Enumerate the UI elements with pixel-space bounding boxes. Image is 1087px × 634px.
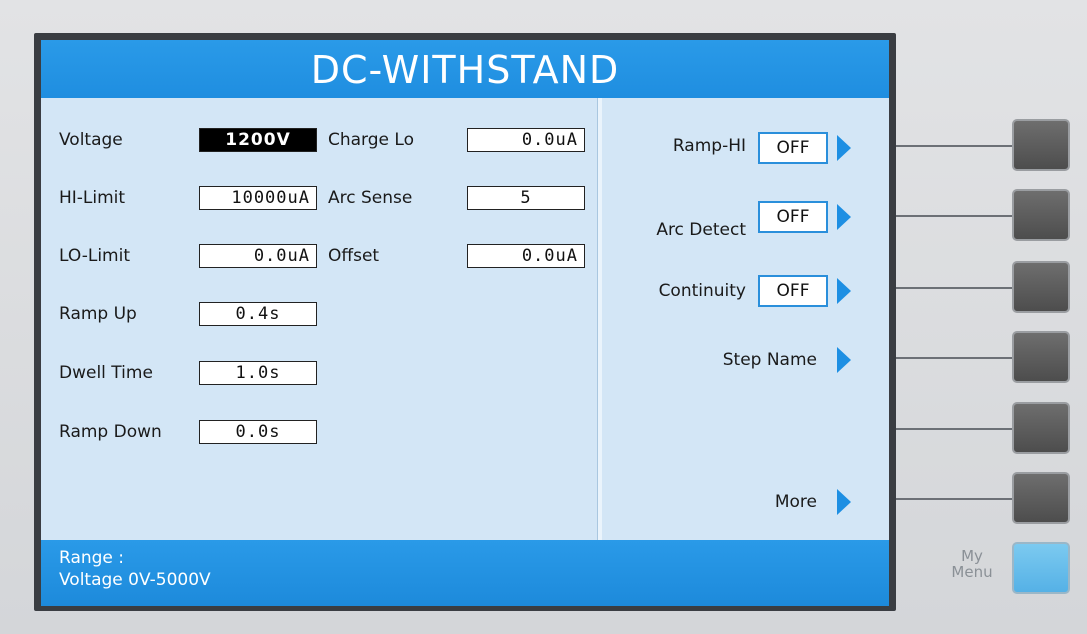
param-label-ramp-down: Ramp Down: [59, 422, 162, 442]
arc-detect-toggle[interactable]: OFF: [758, 201, 828, 233]
ramp-down-field[interactable]: 0.0s: [199, 420, 317, 444]
softkey-button-2[interactable]: [1012, 189, 1070, 241]
lo-limit-field[interactable]: 0.0uA: [199, 244, 317, 268]
dwell-time-field[interactable]: 1.0s: [199, 361, 317, 385]
arc-detect-label: Arc Detect: [656, 220, 746, 240]
arc-detect-arrow-icon: [837, 204, 851, 230]
softkey-button-4[interactable]: [1012, 331, 1070, 383]
continuity-arrow-icon: [837, 278, 851, 304]
param-label-offset: Offset: [328, 246, 380, 266]
my-menu-label-line2: Menu: [951, 563, 993, 581]
ramp-hi-label: Ramp-HI: [672, 136, 746, 156]
my-menu-label-line1: My: [961, 547, 983, 565]
softkey-button-1[interactable]: [1012, 119, 1070, 171]
param-label-charge-lo: Charge Lo: [328, 130, 414, 150]
status-bar: Range : Voltage 0V-5000V: [41, 540, 889, 606]
param-label-dwell-time: Dwell Time: [59, 363, 153, 383]
softkey-button-6[interactable]: [1012, 472, 1070, 524]
charge-lo-field[interactable]: 0.0uA: [467, 128, 585, 152]
softkey-leader-1: [896, 145, 1012, 147]
status-range-value: Voltage 0V-5000V: [59, 570, 211, 590]
more-arrow-icon: [837, 489, 851, 515]
continuity-label: Continuity: [658, 281, 746, 301]
arc-sense-field[interactable]: 5: [467, 186, 585, 210]
ramp-hi-arrow-icon: [837, 135, 851, 161]
hi-limit-field[interactable]: 10000uA: [199, 186, 317, 210]
param-label-arc-sense: Arc Sense: [328, 188, 413, 208]
step-name-arrow-icon: [837, 347, 851, 373]
ramp-hi-toggle[interactable]: OFF: [758, 132, 828, 164]
softkey-button-3[interactable]: [1012, 261, 1070, 313]
my-menu-button[interactable]: [1012, 542, 1070, 594]
continuity-toggle[interactable]: OFF: [758, 275, 828, 307]
param-label-lo-limit: LO-Limit: [59, 246, 130, 266]
panel-divider: [597, 98, 602, 540]
my-menu-label: My Menu: [942, 548, 1002, 580]
offset-field[interactable]: 0.0uA: [467, 244, 585, 268]
softkey-leader-3: [896, 287, 1012, 289]
param-label-hi-limit: HI-Limit: [59, 188, 126, 208]
softkey-leader-6: [896, 498, 1012, 500]
param-label-voltage: Voltage: [59, 130, 123, 150]
more-label[interactable]: More: [775, 492, 817, 512]
param-label-ramp-up: Ramp Up: [59, 304, 137, 324]
softkey-leader-2: [896, 215, 1012, 217]
voltage-field[interactable]: 1200V: [199, 128, 317, 152]
softkey-button-5[interactable]: [1012, 402, 1070, 454]
step-name-label[interactable]: Step Name: [723, 350, 817, 370]
ramp-up-field[interactable]: 0.4s: [199, 302, 317, 326]
lcd-screen: DC-WITHSTAND Voltage 1200V HI-Limit 1000…: [41, 40, 889, 606]
status-range-label: Range :: [59, 548, 125, 568]
softkey-leader-4: [896, 357, 1012, 359]
page-title: DC-WITHSTAND: [41, 40, 889, 98]
softkey-leader-5: [896, 428, 1012, 430]
